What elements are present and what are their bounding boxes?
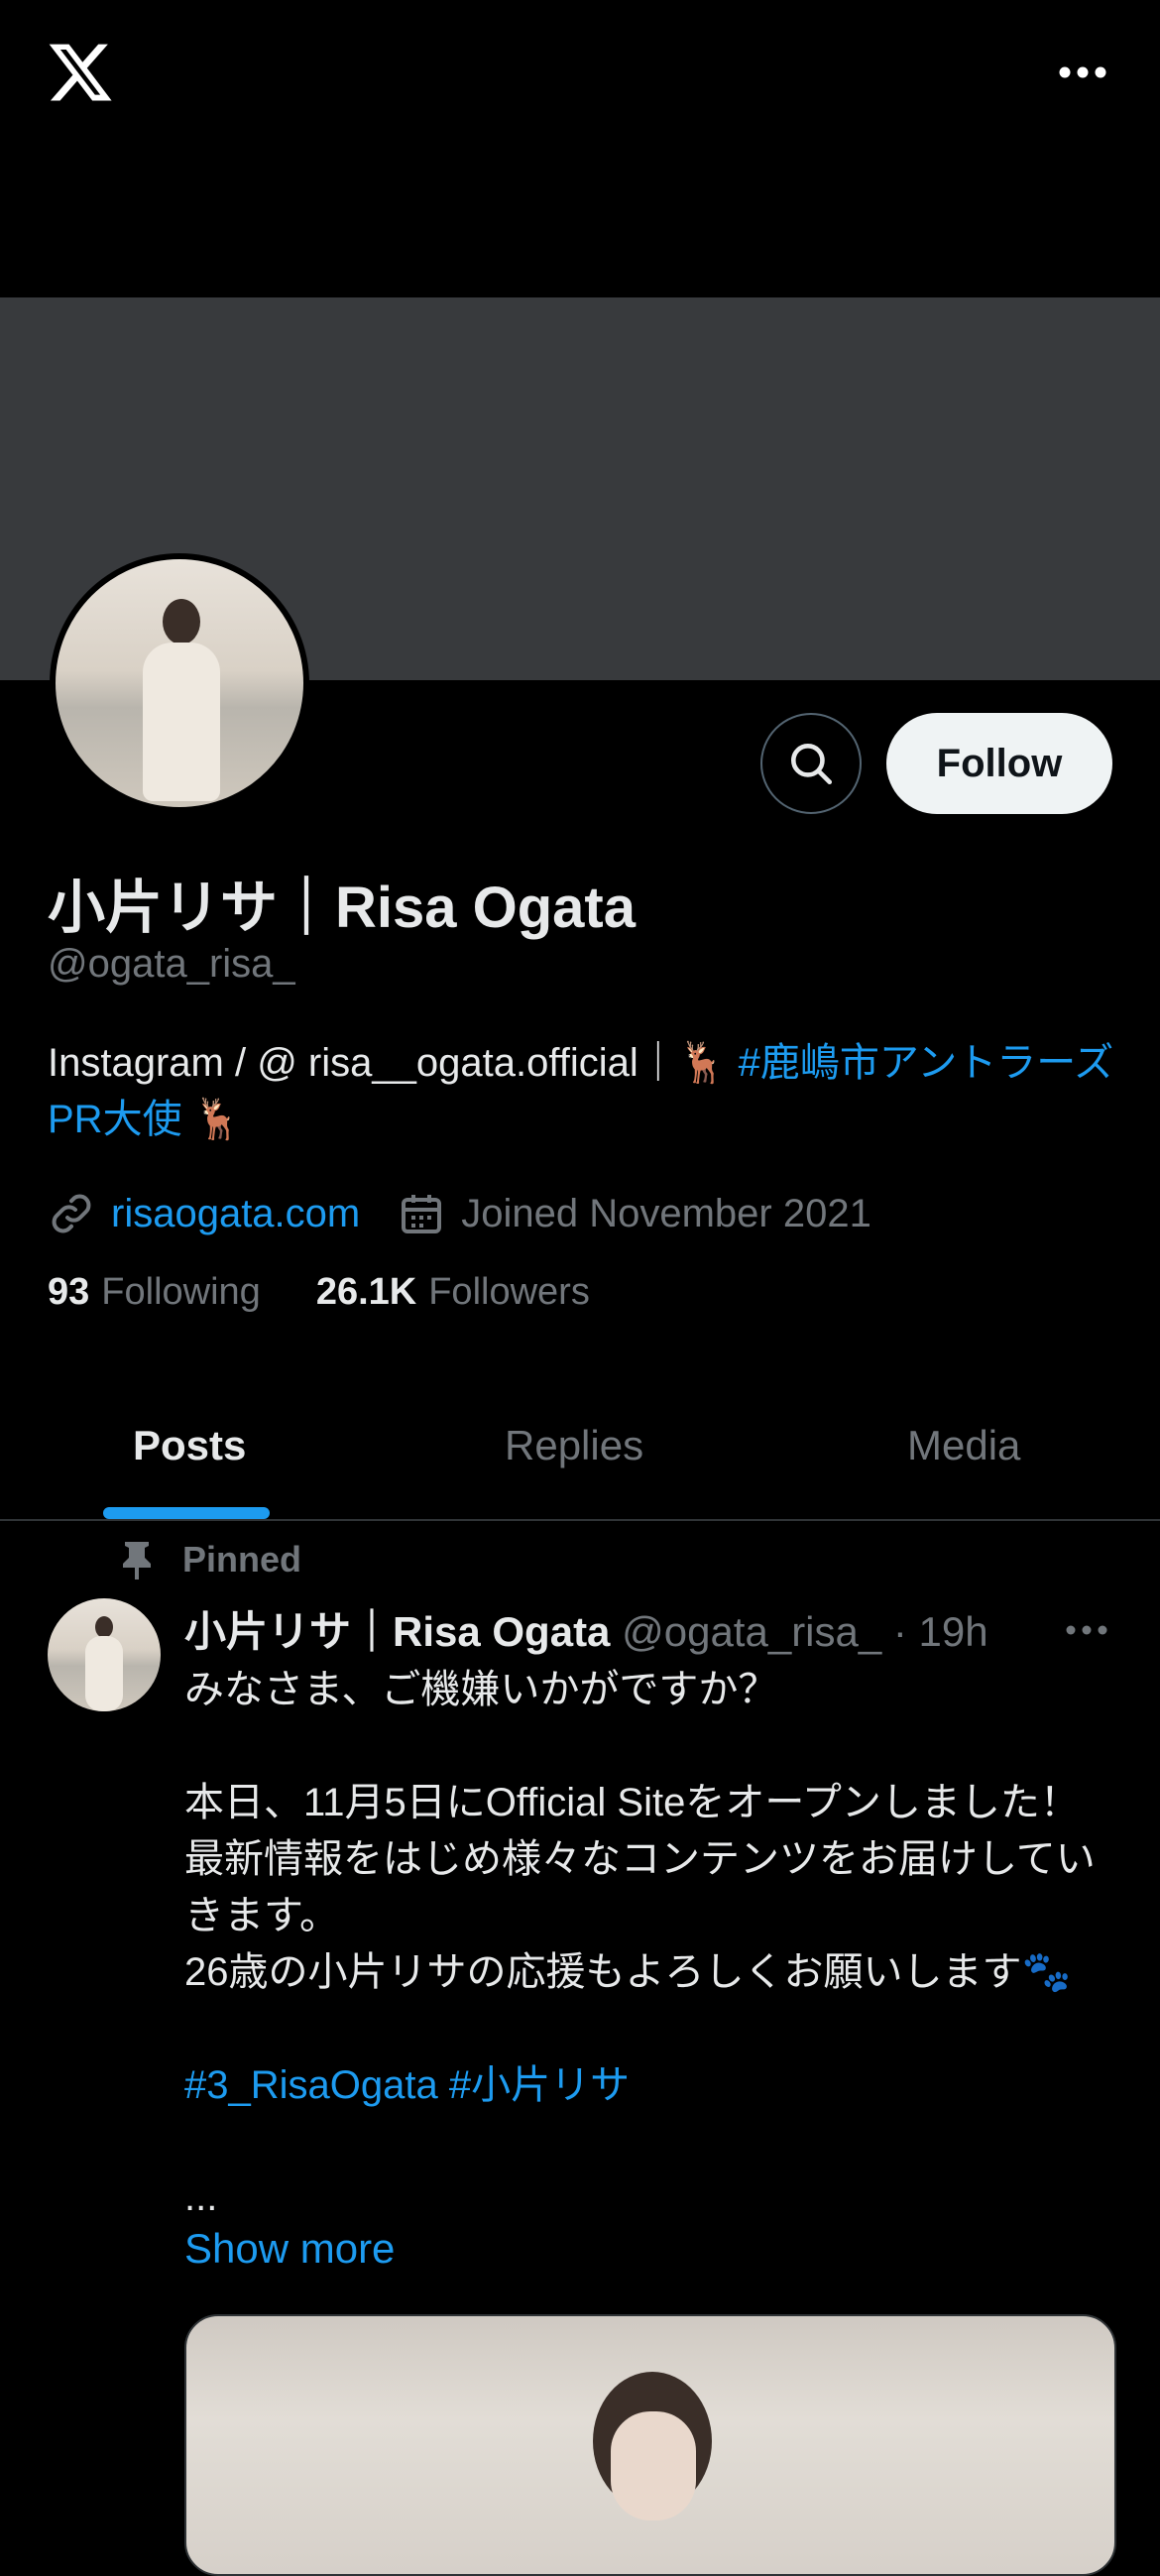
active-tab-indicator [103,1507,270,1519]
x-logo-icon[interactable] [46,38,115,107]
profile-stats: 93 Following 26.1K Followers [48,1271,645,1314]
post-ellipsis: ... [184,2175,218,2219]
more-horizontal-icon[interactable] [1053,48,1112,97]
bio-text: Instagram / @ risa__ogata.official｜🦌 [48,1041,739,1085]
show-more-link[interactable]: Show more [184,2225,395,2273]
post-header: 小片リサ｜Risa Ogata @ogata_risa_ · 19h [184,1598,988,1659]
post-text: みなさま、ご機嫌いかがですか？ 本日、11月5日にOfficial Siteをオ… [184,1662,1116,2114]
tab-posts[interactable]: Posts [133,1422,246,1469]
profile-handle: @ogata_risa_ [48,942,295,986]
tab-replies[interactable]: Replies [505,1422,643,1469]
follow-button[interactable]: Follow [886,713,1112,814]
link-icon [52,1194,91,1233]
profile-name: 小片リサ｜Risa Ogata [48,876,636,940]
search-icon [791,744,833,785]
post-author-name[interactable]: 小片リサ｜Risa Ogata [184,1608,610,1655]
post-avatar[interactable] [48,1598,161,1711]
top-bar [0,0,1160,297]
profile-meta: risaogata.com Joined November 2021 [48,1186,871,1241]
calendar-icon [402,1195,442,1233]
post-body-text: みなさま、ご機嫌いかがですか？ 本日、11月5日にOfficial Siteをオ… [184,1668,1096,1994]
joined-date: Joined November 2021 [461,1191,871,1235]
followers-stat[interactable]: 26.1K Followers [316,1271,590,1314]
profile-avatar[interactable] [50,553,309,813]
following-stat[interactable]: 93 Following [48,1271,261,1314]
avatar-photo [56,559,303,807]
post-more-icon[interactable] [1063,1612,1110,1648]
post-handle-time: @ogata_risa_ · 19h [610,1608,988,1655]
website-link[interactable]: risaogata.com [111,1192,360,1236]
tab-media[interactable]: Media [907,1422,1020,1469]
pinned-label: Pinned [119,1539,301,1581]
post-hashtags[interactable]: #3_RisaOgata #小片リサ [184,2063,630,2107]
post-image[interactable] [184,2314,1116,2576]
pin-icon [123,1542,151,1580]
profile-bio: Instagram / @ risa__ogata.official｜🦌 #鹿嶋… [48,1035,1118,1148]
bio-suffix: 🦌 [181,1098,243,1141]
profile-tabs: Posts Replies Media [0,1388,1160,1521]
search-profile-button[interactable] [760,713,862,814]
